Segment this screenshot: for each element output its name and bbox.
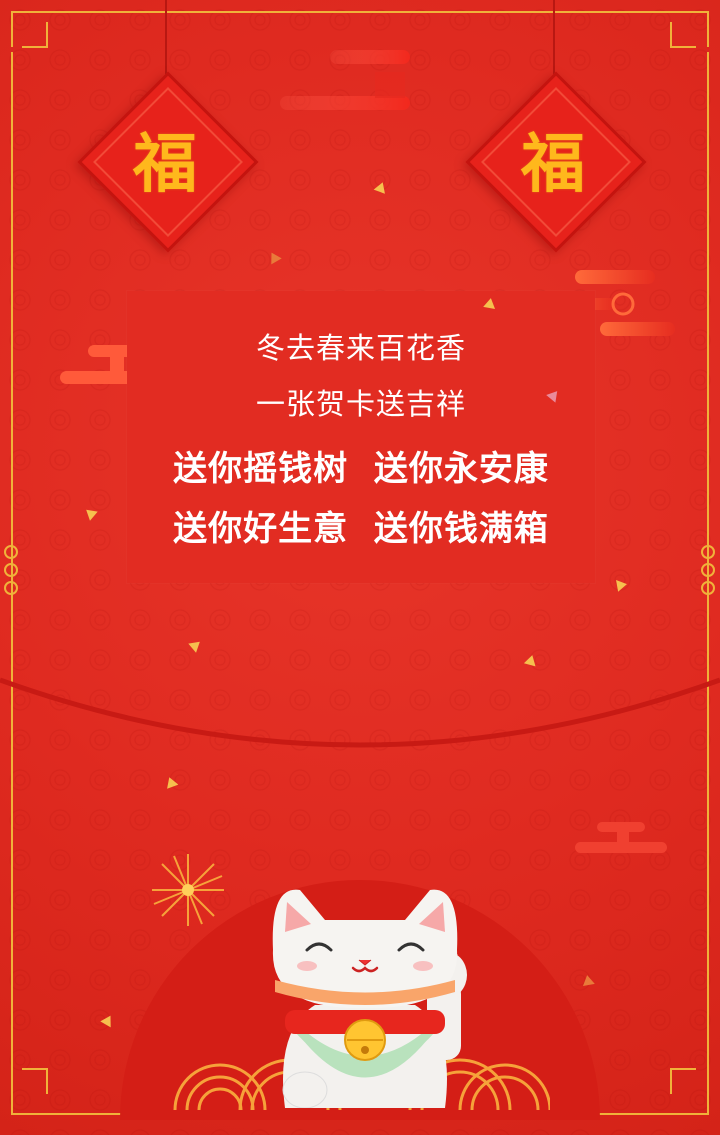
greeting-line-4: 送你好生意 送你钱满箱 [173, 509, 549, 549]
ring-left-2 [4, 563, 18, 577]
corner-bottom-right-inner [670, 1068, 696, 1094]
corner-top-right-inner [670, 22, 696, 48]
confetti [581, 974, 595, 986]
ring-right-3 [701, 581, 715, 595]
greeting-line-3: 送你摇钱树 送你永安康 [173, 449, 549, 489]
ring-left-3 [4, 581, 18, 595]
string-right [553, 0, 555, 75]
lucky-cat-icon [272, 889, 467, 1108]
corner-bottom-left-inner [22, 1068, 48, 1094]
ring-left-1 [4, 545, 18, 559]
ring-right-2 [701, 563, 715, 577]
cloud-icon [575, 822, 667, 853]
cloud-icon [280, 50, 410, 110]
frame-top [40, 11, 680, 13]
string-left [165, 0, 167, 75]
greeting-card: 福 福 冬去春来百花香 一张贺卡送吉祥 送你摇钱树 送你永安康 送你好生意 送你… [0, 0, 720, 1135]
ring-right-1 [701, 545, 715, 559]
arc-line [0, 677, 720, 748]
fu-diamond-icon: 福 [521, 127, 585, 202]
firework-icon [152, 854, 224, 926]
confetti [616, 578, 628, 592]
greeting-line-1: 冬去春来百花香 [255, 331, 466, 365]
corner-top-left-inner [22, 22, 48, 48]
greeting-line-2: 一张贺卡送吉祥 [255, 387, 466, 421]
confetti [483, 297, 497, 309]
greeting-text-box: 冬去春来百花香 一张贺卡送吉祥 送你摇钱树 送你永安康 送你好生意 送你钱满箱 [127, 291, 595, 583]
fu-diamond-icon: 福 [133, 127, 197, 202]
